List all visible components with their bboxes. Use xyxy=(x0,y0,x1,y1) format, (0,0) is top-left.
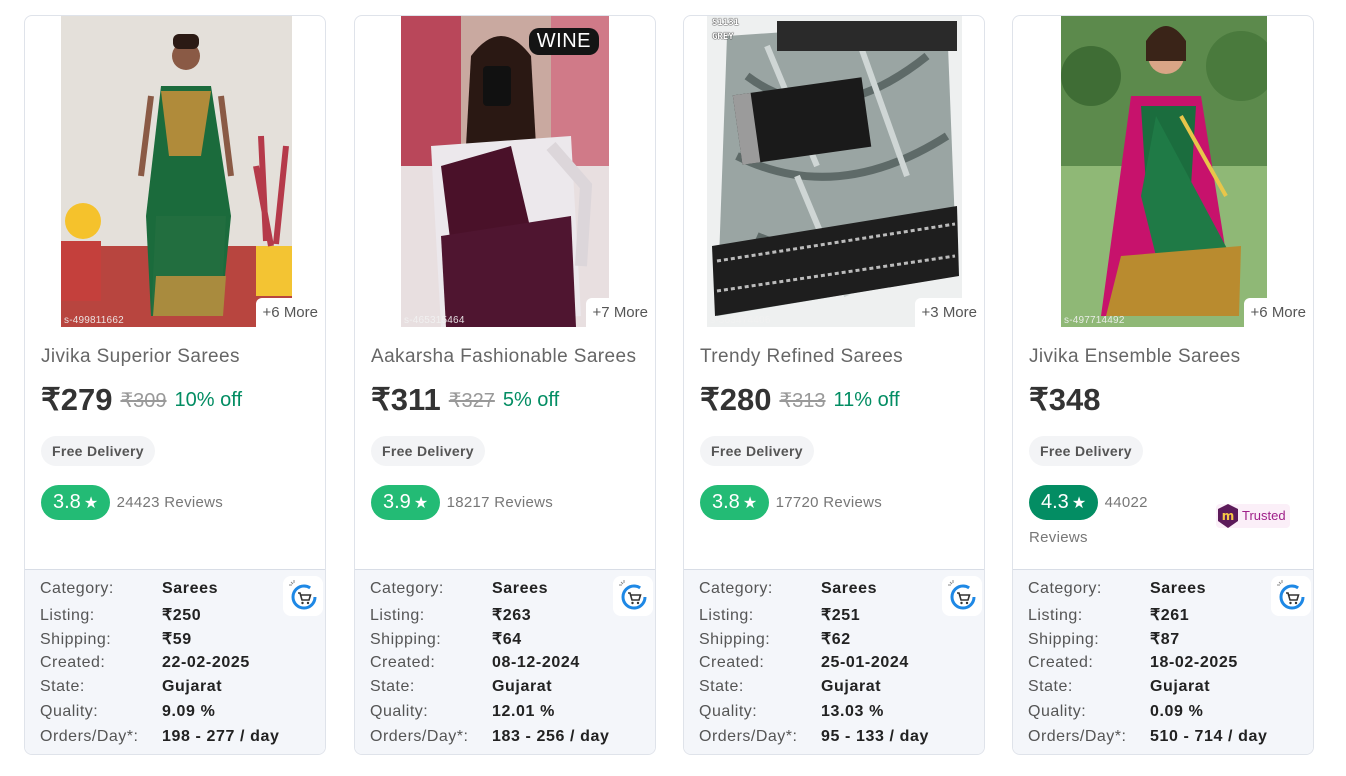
stat-orders-per-day: Orders/Day*: 95 - 133 / day xyxy=(699,727,930,745)
stat-shipping: Shipping: ₹64 xyxy=(370,631,522,649)
product-image-area[interactable]: s-465315464 WINE +7 More xyxy=(355,16,655,328)
product-image-area[interactable]: s-497714492 +6 More xyxy=(1013,16,1313,328)
cart-icon[interactable] xyxy=(283,576,323,616)
cart-icon[interactable] xyxy=(1271,576,1311,616)
more-variants-badge[interactable]: +7 More xyxy=(585,298,655,328)
free-delivery-badge: Free Delivery xyxy=(700,436,814,466)
product-card[interactable]: S1131 GREY s-363474406 +3 More Trendy Ref… xyxy=(683,15,985,755)
rating-row: 3.8 ★ 24423 Reviews xyxy=(41,485,309,520)
star-icon: ★ xyxy=(742,495,758,512)
stat-quality: Quality: 9.09 % xyxy=(40,702,216,720)
product-image-area[interactable]: S1131 GREY s-363474406 +3 More xyxy=(684,16,984,328)
rating-badge: 3.8 ★ xyxy=(700,485,770,520)
product-id-watermark: s-465315464 xyxy=(404,315,465,326)
price: ₹280 xyxy=(700,382,772,417)
free-delivery-badge: Free Delivery xyxy=(1029,436,1143,466)
price-row: ₹348 xyxy=(1029,382,1100,418)
discount-label: 11% off xyxy=(833,388,900,411)
price-row: ₹279 ₹309 10% off xyxy=(41,382,242,418)
product-card[interactable]: s-465315464 WINE +7 More Aakarsha Fashio… xyxy=(354,15,656,755)
stat-created: Created: 25-01-2024 xyxy=(699,653,909,671)
price: ₹348 xyxy=(1029,382,1101,417)
star-icon: ★ xyxy=(83,495,99,512)
review-count: 17720 Reviews xyxy=(775,494,883,511)
product-image-area[interactable]: s-499811662 +6 More xyxy=(25,16,325,328)
stat-created: Created: 18-02-2025 xyxy=(1028,653,1238,671)
star-icon: ★ xyxy=(413,495,429,512)
more-variants-badge[interactable]: +3 More xyxy=(914,298,984,328)
review-count: 18217 Reviews xyxy=(446,494,554,511)
cart-icon[interactable] xyxy=(613,576,653,616)
stat-state: State: Gujarat xyxy=(699,678,882,696)
star-icon: ★ xyxy=(1071,495,1087,512)
price-row: ₹280 ₹313 11% off xyxy=(700,382,900,418)
color-badge: WINE xyxy=(528,28,599,55)
cart-icon[interactable] xyxy=(942,576,982,616)
product-image[interactable]: s-465315464 WINE xyxy=(401,16,609,327)
trusted-badge: m Trusted xyxy=(1216,504,1290,528)
original-price: ₹309 xyxy=(120,389,167,412)
product-card[interactable]: s-497714492 +6 More Jivika Ensemble Sare… xyxy=(1012,15,1314,755)
product-image[interactable]: s-499811662 xyxy=(61,16,292,327)
stat-state: State: Gujarat xyxy=(370,678,553,696)
stat-orders-per-day: Orders/Day*: 198 - 277 / day xyxy=(40,727,280,745)
product-stats-panel: Category: Sarees Listing: ₹250 Shipping: ₹5… xyxy=(25,569,325,754)
stat-quality: Quality: 13.03 % xyxy=(699,702,884,720)
stat-shipping: Shipping: ₹87 xyxy=(1028,631,1180,649)
more-variants-badge[interactable]: +6 More xyxy=(255,298,325,328)
stat-orders-per-day: Orders/Day*: 510 - 714 / day xyxy=(1028,727,1268,745)
stat-quality: Quality: 0.09 % xyxy=(1028,702,1204,720)
more-variants-badge[interactable]: +6 More xyxy=(1243,298,1313,328)
product-stats-panel: Category: Sarees Listing: ₹261 Shipping: ₹8… xyxy=(1013,569,1313,754)
stat-created: Created: 08-12-2024 xyxy=(370,653,580,671)
stat-orders-per-day: Orders/Day*: 183 - 256 / day xyxy=(370,727,610,745)
stat-state: State: Gujarat xyxy=(1028,678,1211,696)
review-count: 24423 Reviews xyxy=(116,494,224,511)
rating-badge: 3.8 ★ xyxy=(41,485,111,520)
meesho-logo-icon: m xyxy=(1218,504,1238,528)
rating-badge: 3.9 ★ xyxy=(371,485,441,520)
product-id-watermark: s-363474406 xyxy=(710,315,771,326)
rating-value: 3.8 xyxy=(712,491,740,513)
rating-value: 4.3 xyxy=(1041,491,1069,513)
product-image[interactable]: s-497714492 xyxy=(1061,16,1267,327)
rating-row: 3.8 ★ 17720 Reviews xyxy=(700,485,968,520)
review-count: 44022 xyxy=(1104,494,1148,511)
product-id-watermark: s-497714492 xyxy=(1064,315,1125,326)
product-title[interactable]: Jivika Ensemble Sarees xyxy=(1029,346,1297,368)
discount-label: 5% off xyxy=(502,388,560,411)
product-title[interactable]: Aakarsha Fashionable Sarees xyxy=(371,346,639,368)
product-image[interactable]: S1131 GREY s-363474406 xyxy=(707,16,962,327)
trusted-label: Trusted xyxy=(1242,508,1286,523)
product-title[interactable]: Trendy Refined Sarees xyxy=(700,346,968,368)
price-row: ₹311 ₹327 5% off xyxy=(371,382,559,418)
price: ₹311 xyxy=(371,382,441,417)
free-delivery-badge: Free Delivery xyxy=(41,436,155,466)
rating-value: 3.8 xyxy=(53,491,81,513)
discount-label: 10% off xyxy=(174,388,243,411)
product-title[interactable]: Jivika Superior Sarees xyxy=(41,346,309,368)
stat-shipping: Shipping: ₹62 xyxy=(699,631,851,649)
stat-shipping: Shipping: ₹59 xyxy=(40,631,192,649)
stat-created: Created: 22-02-2025 xyxy=(40,653,250,671)
original-price: ₹313 xyxy=(779,389,826,412)
stat-quality: Quality: 12.01 % xyxy=(370,702,555,720)
product-stats-panel: Category: Sarees Listing: ₹263 Shipping: ₹6… xyxy=(355,569,655,754)
svg-text:m: m xyxy=(1222,509,1235,523)
product-card[interactable]: s-499811662 +6 More Jivika Superior Sare… xyxy=(24,15,326,755)
free-delivery-badge: Free Delivery xyxy=(371,436,485,466)
product-id-watermark: s-499811662 xyxy=(64,315,124,326)
stat-state: State: Gujarat xyxy=(40,678,223,696)
price: ₹279 xyxy=(41,382,113,417)
original-price: ₹327 xyxy=(448,389,495,412)
rating-value: 3.9 xyxy=(383,491,411,513)
rating-row: 3.9 ★ 18217 Reviews xyxy=(371,485,639,520)
rating-badge: 4.3 ★ xyxy=(1029,485,1099,520)
review-count-label: Reviews xyxy=(1029,529,1088,546)
image-tag: S1131 GREY xyxy=(712,18,740,42)
product-stats-panel: Category: Sarees Listing: ₹251 Shipping: ₹6… xyxy=(684,569,984,754)
